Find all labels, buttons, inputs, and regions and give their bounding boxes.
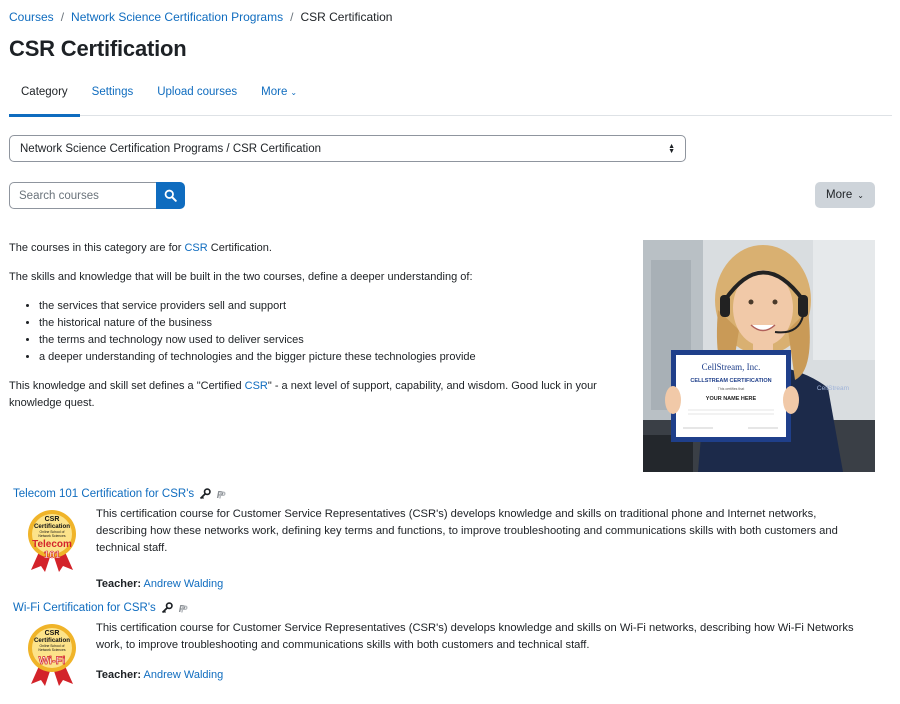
badge-text: Telecom <box>32 539 72 550</box>
search-button[interactable] <box>156 182 185 209</box>
category-select-value: Network Science Certification Programs /… <box>20 142 322 155</box>
course-title-row: Telecom 101 Certification for CSR's PP <box>13 488 863 500</box>
category-description: The courses in this category are for CSR… <box>9 240 619 424</box>
tab-category-label: Category <box>21 86 68 98</box>
certificate-name: YOUR NAME HERE <box>706 396 757 402</box>
chevron-down-icon: ⌄ <box>290 88 298 97</box>
chevron-down-icon: ⌄ <box>857 190 864 200</box>
shirt-logo: CellStream <box>817 385 849 392</box>
tab-category[interactable]: Category <box>9 78 80 117</box>
course-item: Wi-Fi Certification for CSR's PP CSR Cer… <box>13 602 863 692</box>
breadcrumb-network-science[interactable]: Network Science Certification Programs <box>71 10 283 24</box>
tab-settings-label: Settings <box>91 86 134 98</box>
key-icon <box>200 488 211 500</box>
breadcrumb: Courses / Network Science Certification … <box>9 10 392 24</box>
secondary-navigation: Category Settings Upload courses More ⌄ <box>9 78 892 117</box>
certificate-company: CellStream, Inc. <box>702 362 761 372</box>
description-text: This knowledge and skill set defines a "… <box>9 380 245 392</box>
badge-text: CSR <box>45 516 60 523</box>
paypal-icon: PP <box>179 604 188 615</box>
badge-text: Network Sciences <box>38 648 65 652</box>
more-button[interactable]: More ⌄ <box>815 182 875 208</box>
select-arrows-icon: ▲ ▼ <box>668 142 675 155</box>
tab-more-label: More <box>261 86 288 98</box>
list-item: the services that service providers sell… <box>39 298 619 315</box>
certificate-sub: This certifies that <box>718 387 744 391</box>
course-enrolment-icons: PP <box>199 488 228 500</box>
wifi-badge: CSR Certification Online School of Netwo… <box>28 624 76 686</box>
skills-list: the services that service providers sell… <box>39 298 619 366</box>
list-item: the terms and technology now used to del… <box>39 332 619 349</box>
description-text: The courses in this category are for <box>9 242 185 254</box>
svg-text:P: P <box>181 605 188 615</box>
csr-photo: CellStream, Inc. CELLSTREAM CERTIFICATIO… <box>643 240 875 472</box>
list-item: the historical nature of the business <box>39 315 619 332</box>
list-item: a deeper understanding of technologies a… <box>39 349 619 366</box>
teacher-link[interactable]: Andrew Walding <box>144 669 224 681</box>
svg-text:P: P <box>219 491 226 501</box>
course-teacher: Teacher: Andrew Walding <box>96 669 223 681</box>
badge-text: 101 <box>44 550 61 561</box>
paypal-icon: PP <box>217 490 226 501</box>
search-icon <box>164 189 177 202</box>
course-title-link[interactable]: Telecom 101 Certification for CSR's <box>13 488 194 500</box>
badge-text: Wi-Fi <box>39 655 66 667</box>
tab-upload-courses[interactable]: Upload courses <box>145 78 249 116</box>
description-intro: The courses in this category are for CSR… <box>9 240 619 257</box>
course-title-row: Wi-Fi Certification for CSR's PP <box>13 602 863 614</box>
csr-link[interactable]: CSR <box>184 242 207 254</box>
badge-text: Certification <box>34 637 70 644</box>
description-text: Certification. <box>207 242 272 254</box>
category-select[interactable]: Network Science Certification Programs /… <box>9 135 686 162</box>
key-icon <box>161 602 173 614</box>
more-button-label: More <box>826 189 853 201</box>
teacher-label: Teacher: <box>96 578 142 590</box>
course-title-link[interactable]: Wi-Fi Certification for CSR's <box>13 602 156 614</box>
course-item: Telecom 101 Certification for CSR's PP C… <box>13 488 863 598</box>
course-summary: This certification course for Customer S… <box>96 508 838 554</box>
course-search <box>9 182 185 209</box>
telecom-101-badge: CSR Certification Online School of Netwo… <box>28 510 76 572</box>
certificate-heading: CELLSTREAM CERTIFICATION <box>690 378 771 384</box>
course-teacher: Teacher: Andrew Walding <box>96 578 223 590</box>
csr-link[interactable]: CSR <box>245 380 268 392</box>
breadcrumb-current: CSR Certification <box>300 10 393 24</box>
badge-text: Certification <box>34 523 70 530</box>
breadcrumb-separator: / <box>60 10 65 24</box>
course-enrolment-icons: PP <box>161 602 190 614</box>
teacher-label: Teacher: <box>96 669 142 681</box>
teacher-link[interactable]: Andrew Walding <box>144 578 224 590</box>
description-closing: This knowledge and skill set defines a "… <box>9 378 619 412</box>
category-image: CellStream, Inc. CELLSTREAM CERTIFICATIO… <box>643 240 875 472</box>
breadcrumb-courses[interactable]: Courses <box>9 10 54 24</box>
search-input[interactable] <box>9 182 156 209</box>
tab-upload-courses-label: Upload courses <box>157 86 238 98</box>
page-title: CSR Certification <box>9 36 187 61</box>
tab-settings[interactable]: Settings <box>80 78 146 116</box>
tab-more[interactable]: More ⌄ <box>249 78 309 116</box>
course-summary: This certification course for Customer S… <box>96 622 854 651</box>
badge-text: CSR <box>45 630 60 637</box>
description-skills: The skills and knowledge that will be bu… <box>9 271 473 283</box>
breadcrumb-separator: / <box>290 10 294 24</box>
badge-text: Network Sciences <box>38 534 65 538</box>
